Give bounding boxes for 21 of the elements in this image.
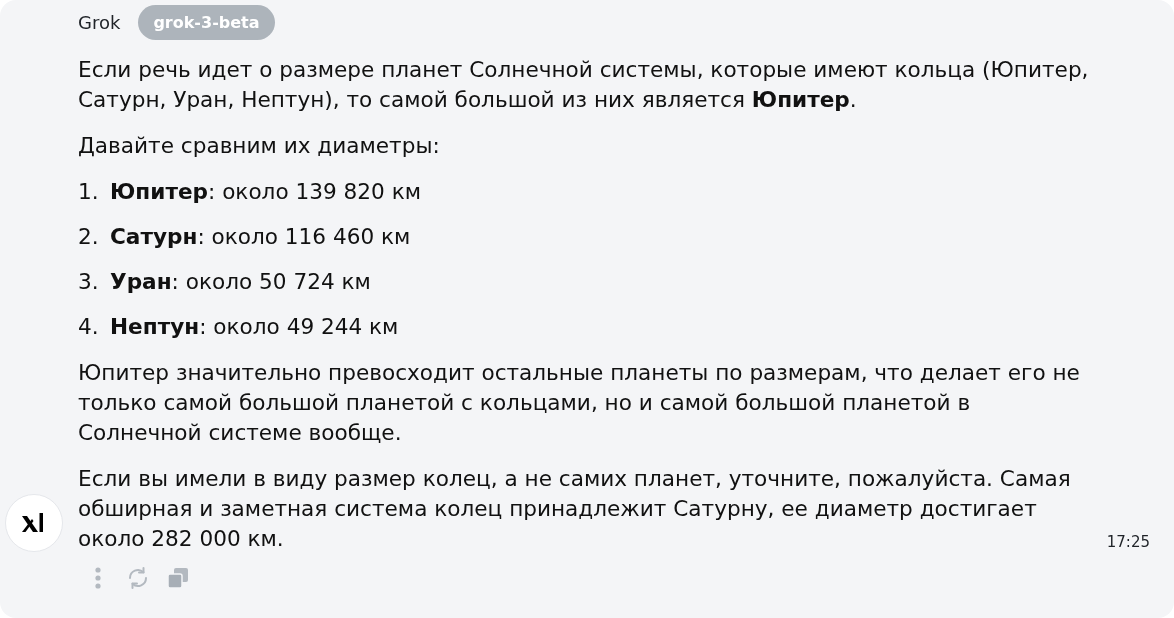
- more-vertical-icon: [95, 567, 101, 589]
- list-number: 2.: [78, 223, 100, 251]
- message-time: 17:25: [1106, 532, 1150, 552]
- copy-button[interactable]: [166, 566, 190, 590]
- list-item-text: Уран: около 50 724 км: [110, 268, 371, 296]
- list-item-text: Сатурн: около 116 460 км: [110, 223, 411, 251]
- refresh-icon: [126, 566, 150, 590]
- copy-icon: [167, 567, 189, 589]
- list-number: 1.: [78, 178, 100, 206]
- message-paragraph: Юпитер значительно превосходит остальные планеты по размерам, что делает его не только самой большой планетой с кольцами, но и самой большой планетой в Солнечной системе вообще.: [78, 359, 1081, 447]
- model-badge: grok-3-beta: [138, 5, 275, 40]
- logo-icon: [5, 494, 63, 552]
- regenerate-button[interactable]: [126, 566, 150, 590]
- message-paragraph: Если речь идет о размере планет Солнечной системы, которые имеют кольца (Юпитер, Сатурн, Уран, Нептун), то самой большой из них является Юпитер.: [78, 56, 1090, 114]
- author-name: Grok: [78, 11, 121, 35]
- list-item-text: Юпитер: около 139 820 км: [110, 178, 421, 206]
- list-number: 4.: [78, 313, 100, 341]
- list-number: 3.: [78, 268, 100, 296]
- message-paragraph: Давайте сравним их диаметры:: [78, 132, 441, 160]
- message-paragraph: Если вы имели в виду размер колец, а не самих планет, уточните, пожалуйста. Самая обширная и заметная система колец принадлежит Сатурну, ее диаметр достигает около 282 000 км.: [78, 465, 1072, 553]
- list-item-text: Нептун: около 49 244 км: [110, 313, 399, 341]
